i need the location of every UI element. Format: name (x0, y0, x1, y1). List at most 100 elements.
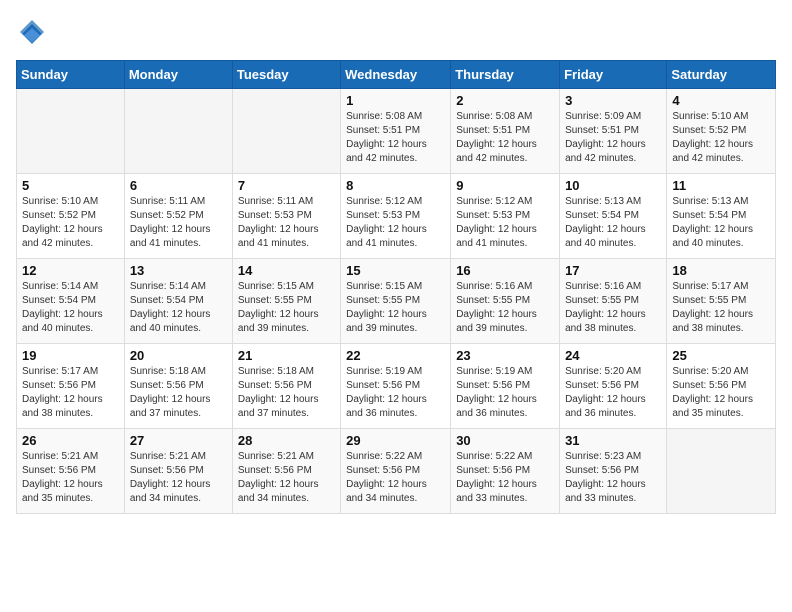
calendar-cell: 29 Sunrise: 5:22 AM Sunset: 5:56 PM Dayli… (341, 429, 451, 514)
calendar-cell: 28 Sunrise: 5:21 AM Sunset: 5:56 PM Dayli… (232, 429, 340, 514)
day-info: Sunrise: 5:12 AM Sunset: 5:53 PM Dayligh… (456, 195, 554, 251)
calendar-cell (667, 429, 776, 514)
day-info: Sunrise: 5:21 AM Sunset: 5:56 PM Dayligh… (238, 450, 335, 506)
week-row-1: 1Sunrise: 5:08 AM Sunset: 5:51 PM Daylig… (17, 89, 776, 174)
calendar-cell: 3Sunrise: 5:09 AM Sunset: 5:51 PM Daylig… (560, 89, 667, 174)
calendar-cell: 22 Sunrise: 5:19 AM Sunset: 5:56 PM Dayli… (341, 344, 451, 429)
day-info: Sunrise: 5:11 AM Sunset: 5:53 PM Dayligh… (238, 195, 335, 251)
day-info: Sunrise: 5:22 AM Sunset: 5:56 PM Dayligh… (456, 450, 554, 506)
day-number: 3 (565, 93, 661, 108)
day-number: 21 (238, 348, 335, 363)
calendar-cell: 12Sunrise: 5:14 AM Sunset: 5:54 PM Dayli… (17, 259, 125, 344)
calendar-cell: 4 Sunrise: 5:10 AM Sunset: 5:52 PM Daylig… (667, 89, 776, 174)
day-info: Sunrise: 5:14 AM Sunset: 5:54 PM Dayligh… (130, 280, 227, 336)
calendar-cell: 17 Sunrise: 5:16 AM Sunset: 5:55 PM Dayli… (560, 259, 667, 344)
day-number: 28 (238, 433, 335, 448)
day-number: 29 (346, 433, 445, 448)
calendar-cell: 5Sunrise: 5:10 AM Sunset: 5:52 PM Daylig… (17, 174, 125, 259)
week-row-5: 26Sunrise: 5:21 AM Sunset: 5:56 PM Dayli… (17, 429, 776, 514)
day-info: Sunrise: 5:15 AM Sunset: 5:55 PM Dayligh… (238, 280, 335, 336)
calendar-cell: 13 Sunrise: 5:14 AM Sunset: 5:54 PM Dayli… (124, 259, 232, 344)
day-info: Sunrise: 5:22 AM Sunset: 5:56 PM Dayligh… (346, 450, 445, 506)
day-number: 4 (672, 93, 770, 108)
day-number: 10 (565, 178, 661, 193)
day-info: Sunrise: 5:13 AM Sunset: 5:54 PM Dayligh… (565, 195, 661, 251)
calendar-cell (232, 89, 340, 174)
day-number: 11 (672, 178, 770, 193)
calendar-cell: 30 Sunrise: 5:22 AM Sunset: 5:56 PM Dayli… (451, 429, 560, 514)
day-number: 19 (22, 348, 119, 363)
day-info: Sunrise: 5:10 AM Sunset: 5:52 PM Dayligh… (22, 195, 119, 251)
day-info: Sunrise: 5:10 AM Sunset: 5:52 PM Dayligh… (672, 110, 770, 166)
calendar-cell: 8 Sunrise: 5:12 AM Sunset: 5:53 PM Daylig… (341, 174, 451, 259)
page-header (16, 16, 776, 48)
calendar-cell: 21 Sunrise: 5:18 AM Sunset: 5:56 PM Dayli… (232, 344, 340, 429)
day-info: Sunrise: 5:13 AM Sunset: 5:54 PM Dayligh… (672, 195, 770, 251)
day-info: Sunrise: 5:19 AM Sunset: 5:56 PM Dayligh… (346, 365, 445, 421)
logo (16, 16, 52, 48)
day-info: Sunrise: 5:18 AM Sunset: 5:56 PM Dayligh… (130, 365, 227, 421)
calendar-cell (124, 89, 232, 174)
day-number: 12 (22, 263, 119, 278)
header-thursday: Thursday (451, 61, 560, 89)
header-friday: Friday (560, 61, 667, 89)
day-info: Sunrise: 5:21 AM Sunset: 5:56 PM Dayligh… (130, 450, 227, 506)
calendar-cell: 7 Sunrise: 5:11 AM Sunset: 5:53 PM Daylig… (232, 174, 340, 259)
calendar-cell: 18Sunrise: 5:17 AM Sunset: 5:55 PM Dayli… (667, 259, 776, 344)
day-info: Sunrise: 5:18 AM Sunset: 5:56 PM Dayligh… (238, 365, 335, 421)
calendar-cell: 31 Sunrise: 5:23 AM Sunset: 5:56 PM Dayli… (560, 429, 667, 514)
day-info: Sunrise: 5:20 AM Sunset: 5:56 PM Dayligh… (672, 365, 770, 421)
day-number: 6 (130, 178, 227, 193)
day-number: 8 (346, 178, 445, 193)
day-info: Sunrise: 5:15 AM Sunset: 5:55 PM Dayligh… (346, 280, 445, 336)
day-info: Sunrise: 5:20 AM Sunset: 5:56 PM Dayligh… (565, 365, 661, 421)
calendar-cell: 1Sunrise: 5:08 AM Sunset: 5:51 PM Daylig… (341, 89, 451, 174)
day-info: Sunrise: 5:08 AM Sunset: 5:51 PM Dayligh… (346, 110, 445, 166)
day-number: 9 (456, 178, 554, 193)
week-row-4: 19 Sunrise: 5:17 AM Sunset: 5:56 PM Dayli… (17, 344, 776, 429)
header-tuesday: Tuesday (232, 61, 340, 89)
day-info: Sunrise: 5:17 AM Sunset: 5:56 PM Dayligh… (22, 365, 119, 421)
day-number: 22 (346, 348, 445, 363)
day-number: 20 (130, 348, 227, 363)
day-number: 30 (456, 433, 554, 448)
calendar-cell: 19 Sunrise: 5:17 AM Sunset: 5:56 PM Dayli… (17, 344, 125, 429)
header-saturday: Saturday (667, 61, 776, 89)
calendar-cell: 27 Sunrise: 5:21 AM Sunset: 5:56 PM Dayli… (124, 429, 232, 514)
calendar-header-row: SundayMondayTuesdayWednesdayThursdayFrid… (17, 61, 776, 89)
logo-icon (16, 16, 48, 48)
calendar-cell: 6Sunrise: 5:11 AM Sunset: 5:52 PM Daylig… (124, 174, 232, 259)
day-number: 18 (672, 263, 770, 278)
week-row-3: 12 Sunrise: 5:14 AM Sunset: 5:54 PM Dayli… (17, 259, 776, 344)
day-number: 23 (456, 348, 554, 363)
calendar-cell: 16Sunrise: 5:16 AM Sunset: 5:55 PM Dayli… (451, 259, 560, 344)
calendar-cell: 11 Sunrise: 5:13 AM Sunset: 5:54 PM Dayli… (667, 174, 776, 259)
day-number: 7 (238, 178, 335, 193)
calendar-cell: 14 Sunrise: 5:15 AM Sunset: 5:55 PM Dayli… (232, 259, 340, 344)
day-number: 14 (238, 263, 335, 278)
day-number: 27 (130, 433, 227, 448)
calendar-cell (17, 89, 125, 174)
calendar-cell: 26Sunrise: 5:21 AM Sunset: 5:56 PM Dayli… (17, 429, 125, 514)
header-sunday: Sunday (17, 61, 125, 89)
calendar-table: SundayMondayTuesdayWednesdayThursdayFrid… (16, 60, 776, 514)
day-info: Sunrise: 5:16 AM Sunset: 5:55 PM Dayligh… (565, 280, 661, 336)
header-monday: Monday (124, 61, 232, 89)
day-number: 13 (130, 263, 227, 278)
day-number: 24 (565, 348, 661, 363)
day-number: 31 (565, 433, 661, 448)
calendar-cell: 2Sunrise: 5:08 AM Sunset: 5:51 PM Daylig… (451, 89, 560, 174)
day-info: Sunrise: 5:12 AM Sunset: 5:53 PM Dayligh… (346, 195, 445, 251)
day-number: 16 (456, 263, 554, 278)
week-row-2: 5Sunrise: 5:10 AM Sunset: 5:52 PM Daylig… (17, 174, 776, 259)
calendar-cell: 20 Sunrise: 5:18 AM Sunset: 5:56 PM Dayli… (124, 344, 232, 429)
day-number: 25 (672, 348, 770, 363)
day-info: Sunrise: 5:08 AM Sunset: 5:51 PM Dayligh… (456, 110, 554, 166)
header-wednesday: Wednesday (341, 61, 451, 89)
calendar-cell: 9 Sunrise: 5:12 AM Sunset: 5:53 PM Daylig… (451, 174, 560, 259)
calendar-cell: 15 Sunrise: 5:15 AM Sunset: 5:55 PM Dayli… (341, 259, 451, 344)
day-info: Sunrise: 5:21 AM Sunset: 5:56 PM Dayligh… (22, 450, 119, 506)
day-info: Sunrise: 5:23 AM Sunset: 5:56 PM Dayligh… (565, 450, 661, 506)
day-number: 17 (565, 263, 661, 278)
day-number: 15 (346, 263, 445, 278)
